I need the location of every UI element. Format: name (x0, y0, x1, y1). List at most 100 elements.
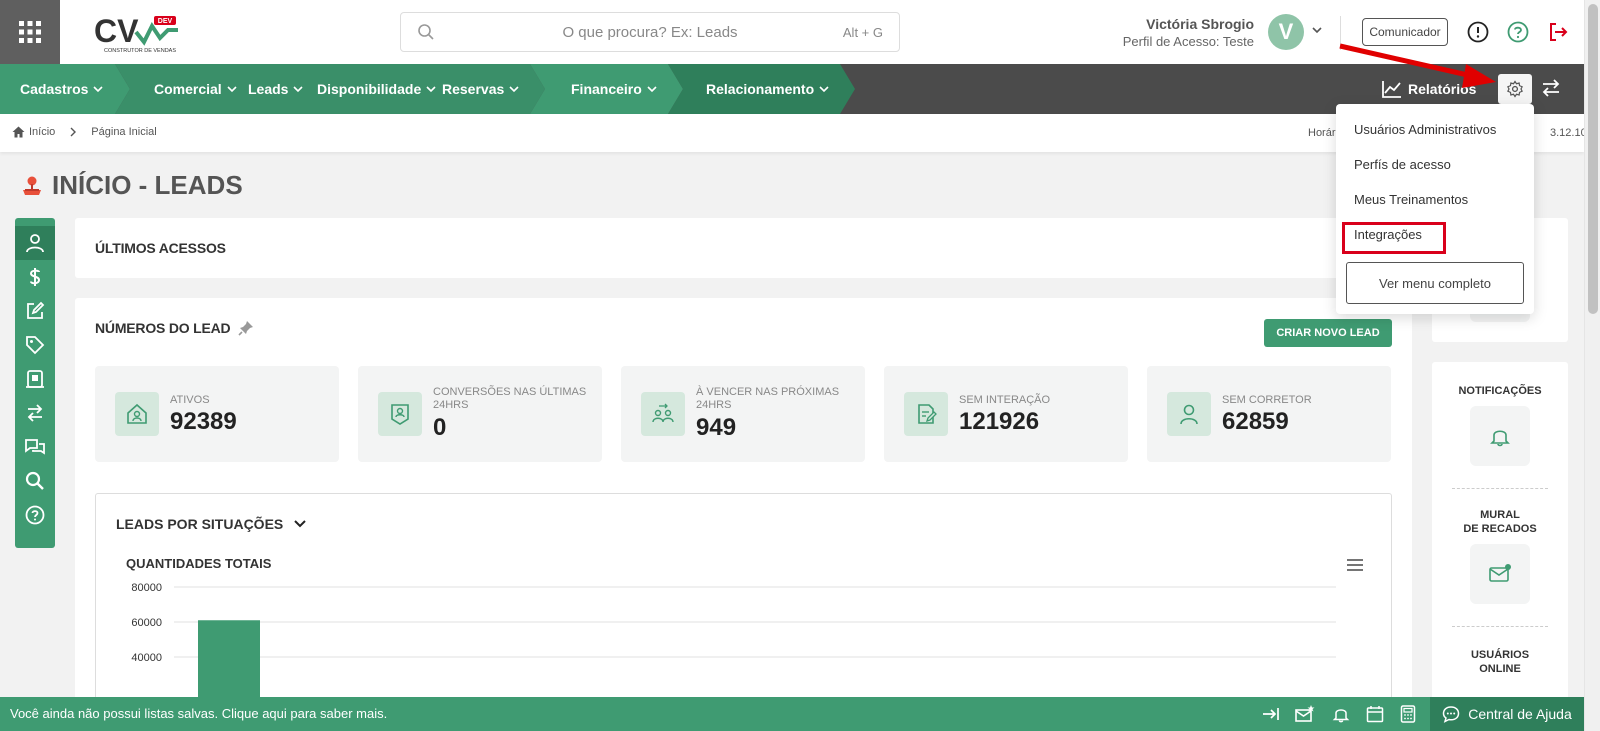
nav-label: Financeiro (571, 81, 642, 97)
stat-label: À VENCER NAS PRÓXIMAS 24hrs (696, 386, 840, 411)
situations-title: LEADS POR SITUAÇÕES (116, 516, 284, 532)
apps-grid-button[interactable] (0, 0, 60, 64)
help-center-button[interactable]: Central de Ajuda (1430, 697, 1584, 731)
stat-card-a-vencer[interactable]: À VENCER NAS PRÓXIMAS 24hrs 949 (621, 366, 865, 462)
user-name: Victória Sbrogio (1146, 16, 1254, 32)
notifications-label: NOTIFICAÇÕES (1458, 385, 1542, 397)
grid-icon (19, 21, 41, 43)
online-users-label-line2: ONLINE (1479, 663, 1521, 675)
chart-line-icon (1382, 81, 1401, 98)
search-icon (25, 471, 44, 490)
sidebar-item-leads[interactable] (15, 226, 55, 260)
dollar-icon (29, 268, 41, 286)
stat-card-sem-corretor[interactable]: SEM CORRETOR 62859 (1147, 366, 1391, 462)
help-center-label: Central de Ajuda (1468, 706, 1572, 722)
leads-by-situation-card: LEADS POR SITUAÇÕES QUANTIDADES TOTAIS 8… (95, 493, 1392, 703)
situations-header[interactable]: LEADS POR SITUAÇÕES (116, 516, 307, 532)
stat-value: 92389 (170, 408, 237, 435)
page-scrollbar[interactable] (1584, 0, 1600, 731)
calculator-icon[interactable] (1400, 705, 1416, 723)
panel-separator (1452, 488, 1548, 489)
stat-card-conversoes[interactable]: CONVERSÕES NAS ÚLTIMAS 24hrs 0 (358, 366, 602, 462)
stat-label: SEM CORRETOR (1222, 394, 1312, 406)
search-shortcut: Alt + G (842, 25, 883, 40)
logo-badge: DEV (158, 18, 173, 25)
sidebar-item-chat[interactable] (15, 430, 55, 464)
chevron-down-icon (227, 86, 237, 93)
dropdown-item-trainings[interactable]: Meus Treinamentos (1354, 192, 1468, 207)
header-divider (1340, 16, 1341, 50)
nav-reservas[interactable]: Reservas (442, 64, 519, 114)
dropdown-item-access-profiles[interactable]: Perfís de acesso (1354, 157, 1451, 172)
recent-access-title: ÚLTIMOS ACESSOS (95, 240, 226, 256)
nav-relacionamento[interactable]: Relacionamento (706, 64, 829, 114)
nav-financeiro[interactable]: Financeiro (571, 64, 657, 114)
stat-card-ativos[interactable]: ATIVOS 92389 (95, 366, 339, 462)
arrow-to-line-icon[interactable] (1262, 705, 1280, 723)
sidebar-item-financeiro[interactable] (15, 260, 55, 294)
lead-numbers-header: NÚMEROS DO LEAD (95, 320, 254, 336)
info-icon[interactable] (1466, 20, 1490, 44)
version-label: 3.12.10 (1550, 127, 1587, 139)
panel-separator (1452, 626, 1548, 627)
company-logo[interactable]: CV DEV CONSTRUTOR DE VENDAS (92, 12, 192, 54)
users-exchange-icon (652, 403, 674, 423)
chevron-down-icon[interactable] (1311, 24, 1323, 36)
chevron-down-icon (293, 86, 304, 93)
bell-icon[interactable] (1332, 705, 1350, 723)
avatar[interactable]: V (1268, 14, 1304, 50)
document-edit-icon (918, 404, 937, 424)
swap-icon[interactable] (1540, 77, 1562, 99)
chat-bubble-icon (1442, 706, 1460, 723)
full-menu-button[interactable]: Ver menu completo (1346, 262, 1524, 304)
nav-label: Reservas (442, 81, 505, 97)
chevron-down-icon (93, 86, 104, 93)
nav-comercial[interactable]: Comercial (154, 64, 237, 114)
sidebar-item-search[interactable] (15, 464, 55, 498)
user-icon (26, 234, 44, 253)
mural-label-line2: DE RECADOS (1463, 523, 1537, 535)
saved-lists-message[interactable]: Você ainda não possui listas salvas. Cli… (10, 706, 387, 721)
sidebar-item-tags[interactable] (15, 328, 55, 362)
communicator-button[interactable]: Comunicador (1362, 18, 1448, 46)
menu-icon[interactable] (1346, 558, 1364, 572)
chevron-down-icon (294, 520, 306, 528)
sidebar-item-terminal[interactable] (15, 362, 55, 396)
help-icon[interactable] (1506, 20, 1530, 44)
create-lead-button[interactable]: CRIAR NOVO LEAD (1264, 319, 1392, 347)
settings-button[interactable] (1498, 74, 1532, 104)
scrollbar-thumb[interactable] (1588, 4, 1598, 314)
breadcrumb-home[interactable]: Início (29, 126, 55, 138)
situations-chart: 80000 60000 40000 (131, 582, 1336, 702)
sidebar-item-edit[interactable] (15, 294, 55, 328)
logout-icon[interactable] (1546, 20, 1570, 44)
sidebar-item-help[interactable] (15, 498, 55, 532)
bell-icon (1490, 430, 1510, 447)
search-placeholder: O que procura? Ex: Leads (562, 24, 738, 41)
breadcrumb-current: Página Inicial (91, 126, 157, 138)
mural-button[interactable] (1470, 544, 1530, 604)
pin-icon[interactable] (238, 320, 254, 336)
calendar-icon[interactable] (1366, 705, 1384, 723)
nav-label: Leads (248, 81, 289, 97)
user-info[interactable]: Victória Sbrogio Perfil de Acesso: Teste (1123, 16, 1254, 49)
stat-card-sem-interacao[interactable]: SEM INTERAÇÃO 121926 (884, 366, 1128, 462)
chart-y-tick-label: 80000 (131, 582, 162, 594)
global-search[interactable]: O que procura? Ex: Leads Alt + G (400, 12, 900, 52)
stat-value: 121926 (959, 408, 1040, 435)
mail-star-icon[interactable] (1295, 705, 1315, 723)
chart-y-tick-label: 60000 (131, 617, 162, 629)
dropdown-item-admin-users[interactable]: Usuários Administrativos (1354, 122, 1496, 137)
chevron-down-icon (509, 86, 519, 93)
nav-disponibilidade[interactable]: Disponibilidade (317, 64, 436, 114)
nav-leads[interactable]: Leads (248, 64, 304, 114)
user-icon (1180, 404, 1198, 425)
settings-dropdown: Usuários Administrativos Perfís de acess… (1336, 104, 1534, 314)
chart-bar[interactable] (198, 620, 260, 702)
notifications-button[interactable] (1470, 406, 1530, 466)
stat-label: SEM INTERAÇÃO (959, 394, 1051, 406)
sidebar-item-transfer[interactable] (15, 396, 55, 430)
logo-subtitle: CONSTRUTOR DE VENDAS (104, 48, 176, 54)
nav-cadastros[interactable]: Cadastros (20, 64, 104, 114)
lead-numbers-title: NÚMEROS DO LEAD (95, 320, 231, 336)
